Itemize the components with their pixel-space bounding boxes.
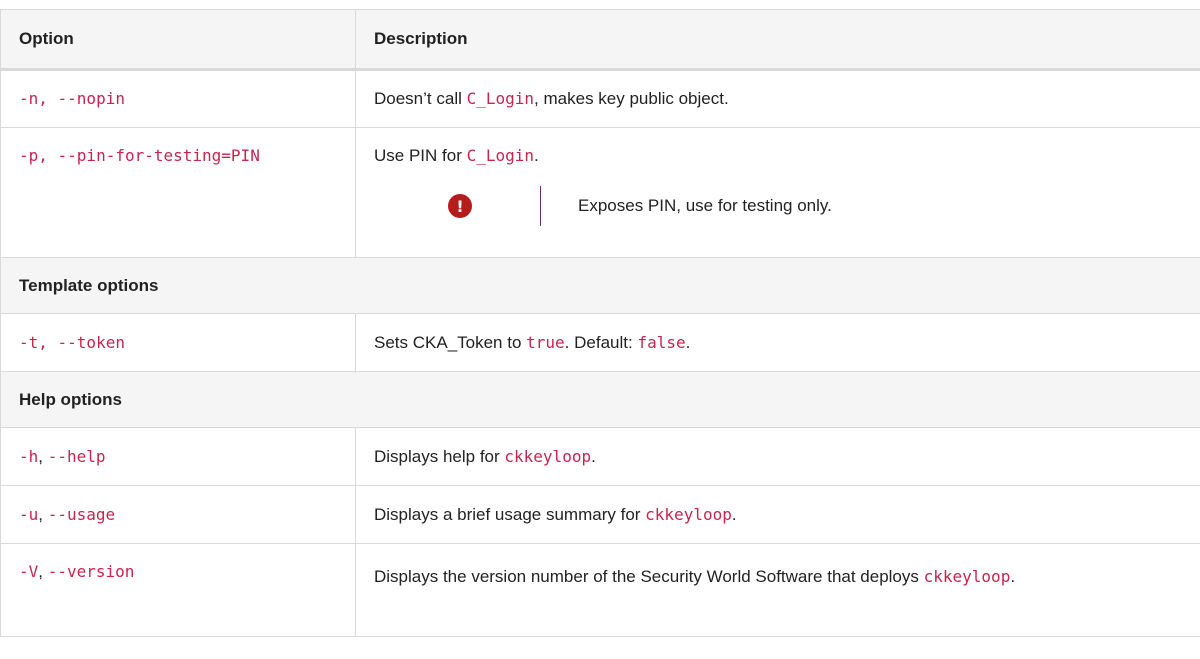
option-long: --help: [47, 446, 106, 466]
option-long: --version: [47, 562, 135, 581]
options-table-container: Option Description -n, --nopin Doesn’t c…: [0, 9, 1200, 637]
option-separator: ,: [38, 562, 48, 581]
desc-code: C_Login: [466, 89, 535, 108]
option-cell: -u, --usage: [0, 485, 356, 544]
description-cell: Displays the version number of the Secur…: [355, 543, 1200, 637]
table-row: -V, --version Displays the version numbe…: [0, 543, 1200, 637]
desc-text: .: [731, 504, 737, 524]
section-row-help: Help options: [0, 371, 1200, 428]
table-row: -n, --nopin Doesn’t call C_Login, makes …: [0, 69, 1200, 128]
table-row: -t, --token Sets CKA_Token to true. Defa…: [0, 313, 1200, 372]
table-row: -p, --pin-for-testing=PIN Use PIN for C_…: [0, 127, 1200, 258]
option-code: -t, --token: [19, 332, 125, 352]
option-short: -V: [19, 562, 39, 581]
table-header-row: Option Description: [0, 9, 1200, 71]
desc-code: true: [526, 332, 565, 352]
desc-text: , makes key public object.: [534, 89, 729, 108]
section-heading-template: Template options: [0, 257, 1200, 314]
desc-text: Sets CKA_Token to: [374, 332, 527, 352]
table-row: -h, --help Displays help for ckkeyloop.: [0, 427, 1200, 486]
admonition-divider: [540, 186, 541, 226]
description-cell: Doesn’t call C_Login, makes key public o…: [355, 69, 1200, 128]
table-row: -u, --usage Displays a brief usage summa…: [0, 485, 1200, 544]
desc-text: .: [591, 446, 596, 466]
option-separator: ,: [38, 446, 48, 466]
description-cell: Displays help for ckkeyloop.: [355, 427, 1200, 486]
desc-text: .: [534, 146, 539, 165]
option-cell: -p, --pin-for-testing=PIN: [0, 127, 356, 258]
option-cell: -V, --version: [0, 543, 356, 637]
option-cell: -h, --help: [0, 427, 356, 486]
desc-text: Doesn’t call: [374, 89, 467, 108]
desc-code: ckkeyloop: [504, 446, 592, 466]
desc-code: ckkeyloop: [645, 504, 732, 524]
option-code: -n, --nopin: [19, 89, 125, 108]
desc-code: C_Login: [466, 146, 535, 165]
desc-text: .: [685, 332, 691, 352]
desc-text: Displays the version number of the Secur…: [374, 567, 924, 586]
column-header-description: Description: [355, 9, 1200, 71]
option-long: --usage: [47, 504, 116, 524]
desc-text: Use PIN for: [374, 146, 467, 165]
options-table: Option Description -n, --nopin Doesn’t c…: [0, 9, 1200, 637]
description-cell: Displays a brief usage summary for ckkey…: [355, 485, 1200, 544]
description-cell: Use PIN for C_Login. ! Exposes PIN, use …: [355, 127, 1200, 258]
option-cell: -n, --nopin: [0, 69, 356, 128]
option-cell: -t, --token: [0, 313, 356, 372]
desc-text: .: [1010, 567, 1016, 586]
exclamation-circle-icon: !: [448, 194, 472, 218]
desc-code: ckkeyloop: [923, 567, 1011, 586]
option-short: -h: [19, 446, 39, 466]
option-code: -p, --pin-for-testing=PIN: [19, 146, 260, 165]
desc-text: . Default:: [564, 332, 638, 352]
option-short: -u: [19, 504, 39, 524]
section-row-template: Template options: [0, 257, 1200, 314]
warning-text: Exposes PIN, use for testing only.: [578, 196, 832, 215]
desc-code: false: [637, 332, 686, 352]
desc-text: Displays a brief usage summary for: [374, 504, 646, 524]
section-heading-help: Help options: [0, 371, 1200, 428]
column-header-option: Option: [0, 9, 356, 71]
description-cell: Sets CKA_Token to true. Default: false.: [355, 313, 1200, 372]
warning-admonition: ! Exposes PIN, use for testing only.: [374, 186, 1182, 226]
option-separator: ,: [38, 504, 48, 524]
desc-text: Displays help for: [374, 446, 505, 466]
